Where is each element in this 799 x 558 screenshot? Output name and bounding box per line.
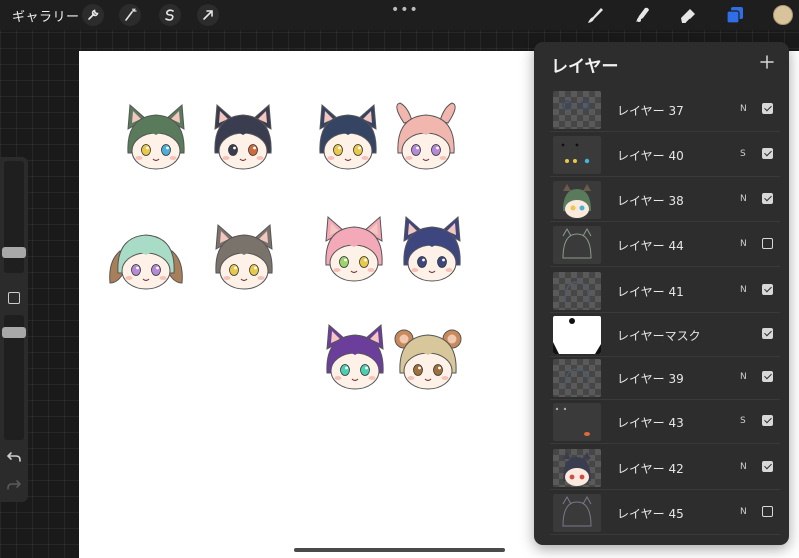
layer-name: レイヤー 44 (617, 239, 684, 253)
layers-icon[interactable] (724, 4, 746, 26)
smudge-icon[interactable] (631, 4, 653, 26)
layer-visibility-checkbox[interactable] (762, 238, 773, 249)
character-sticker (203, 101, 283, 177)
layer-row[interactable]: レイヤー 45 N (550, 491, 780, 535)
layer-row[interactable]: レイヤー 39 N (550, 356, 780, 400)
character-sticker (392, 213, 472, 289)
layer-name: レイヤー 45 (617, 507, 684, 521)
layer-row[interactable]: レイヤー 43 S (550, 400, 780, 444)
layers-title: レイヤー (551, 57, 619, 77)
more-options-icon[interactable]: ••• (391, 2, 419, 18)
color-picker-swatch[interactable] (773, 5, 793, 25)
layer-visibility-checkbox[interactable] (762, 371, 773, 382)
gallery-button[interactable]: ギャラリー (12, 6, 80, 25)
wrench-icon[interactable] (82, 4, 104, 26)
undo-icon[interactable] (6, 449, 22, 465)
brush-size-handle[interactable] (2, 247, 26, 258)
layer-thumbnail[interactable] (553, 403, 601, 441)
selection-icon[interactable] (159, 4, 181, 26)
layer-visibility-checkbox[interactable] (762, 461, 773, 472)
brush-icon[interactable] (584, 4, 606, 26)
layer-name: レイヤー 42 (617, 462, 684, 476)
layers-panel: レイヤー レイヤー 37 N レイヤー 40 S レイヤー 38 N レイヤー 44 N レイヤ… (534, 42, 789, 545)
layer-name: レイヤー 43 (617, 416, 684, 430)
add-layer-button[interactable] (759, 54, 775, 70)
layer-name: レイヤー 37 (617, 104, 684, 118)
layer-visibility-checkbox[interactable] (762, 506, 773, 517)
layer-thumbnail[interactable] (553, 226, 601, 264)
blend-mode-label[interactable]: S (740, 416, 746, 426)
character-sticker (314, 213, 394, 289)
redo-icon[interactable] (6, 477, 22, 493)
character-sticker (308, 101, 388, 177)
layer-visibility-checkbox[interactable] (762, 328, 773, 339)
layer-row[interactable]: レイヤー 40 S (550, 133, 780, 177)
layer-thumbnail[interactable] (553, 181, 601, 219)
character-sticker (204, 221, 284, 297)
layer-thumbnail[interactable] (553, 494, 601, 532)
layer-thumbnail[interactable] (553, 359, 601, 397)
layer-name: レイヤー 38 (617, 194, 684, 208)
blend-mode-label[interactable]: S (740, 149, 746, 159)
layer-name: レイヤー 39 (617, 372, 684, 386)
layer-name: レイヤー 40 (617, 149, 684, 163)
character-sticker (315, 321, 395, 397)
home-indicator (294, 548, 505, 552)
layer-row[interactable]: レイヤー 42 N (550, 446, 780, 490)
layer-thumbnail[interactable] (553, 91, 601, 129)
blend-mode-label[interactable]: N (740, 104, 747, 114)
layer-row[interactable]: レイヤー 41 N (550, 269, 780, 313)
layer-name: レイヤーマスク (617, 329, 701, 343)
blend-mode-label[interactable]: N (740, 285, 747, 295)
layer-thumbnail[interactable] (553, 136, 601, 174)
character-sticker (388, 321, 468, 397)
blend-mode-label[interactable]: N (740, 372, 747, 382)
modify-button[interactable] (8, 292, 20, 304)
layer-name: レイヤー 41 (617, 285, 684, 299)
blend-mode-label[interactable]: N (740, 239, 747, 249)
layer-row[interactable]: レイヤー 44 N (550, 223, 780, 267)
blend-mode-label[interactable]: N (740, 507, 747, 517)
layer-visibility-checkbox[interactable] (762, 284, 773, 295)
left-sidebar (0, 157, 28, 502)
layer-visibility-checkbox[interactable] (762, 415, 773, 426)
layer-visibility-checkbox[interactable] (762, 148, 773, 159)
magic-wand-icon[interactable] (119, 4, 141, 26)
top-toolbar: ギャラリー ••• (0, 0, 799, 30)
character-sticker (106, 221, 186, 297)
blend-mode-label[interactable]: N (740, 462, 747, 472)
eraser-icon[interactable] (677, 4, 699, 26)
layer-visibility-checkbox[interactable] (762, 193, 773, 204)
character-sticker (386, 101, 466, 177)
layer-thumbnail[interactable] (553, 449, 601, 487)
character-sticker (116, 101, 196, 177)
layer-row[interactable]: レイヤー 38 N (550, 178, 780, 222)
transform-icon[interactable] (197, 4, 219, 26)
layer-thumbnail[interactable] (553, 272, 601, 310)
blend-mode-label[interactable]: N (740, 194, 747, 204)
layer-visibility-checkbox[interactable] (762, 103, 773, 114)
layer-thumbnail[interactable] (553, 316, 601, 354)
layer-row[interactable]: レイヤー 37 N (550, 88, 780, 132)
opacity-handle[interactable] (2, 327, 26, 338)
layer-row[interactable]: レイヤーマスク (550, 313, 780, 357)
